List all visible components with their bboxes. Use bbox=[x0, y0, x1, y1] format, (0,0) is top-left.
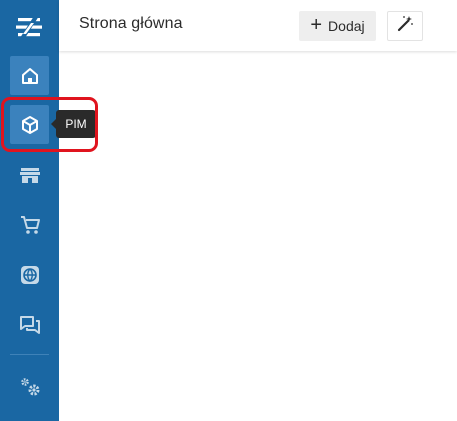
sidebar-divider bbox=[10, 354, 49, 355]
magic-wand-button[interactable] bbox=[387, 11, 423, 41]
gears-icon bbox=[19, 375, 41, 397]
magic-wand-icon bbox=[396, 15, 414, 38]
cube-icon bbox=[20, 115, 40, 135]
sidebar-item-pim[interactable] bbox=[10, 105, 49, 144]
cart-icon bbox=[19, 214, 41, 236]
home-icon bbox=[20, 66, 40, 86]
globe-icon bbox=[19, 264, 41, 286]
top-bar: Strona główna + Dodaj bbox=[59, 0, 457, 51]
sidebar-item-chat[interactable] bbox=[10, 305, 49, 344]
add-button-label: Dodaj bbox=[328, 18, 365, 34]
sidebar-item-home[interactable] bbox=[10, 56, 49, 95]
sidebar-item-cart[interactable] bbox=[10, 205, 49, 244]
plus-icon: + bbox=[310, 14, 323, 36]
sidebar-item-store[interactable] bbox=[10, 155, 49, 194]
chat-icon bbox=[19, 314, 41, 336]
add-button[interactable]: + Dodaj bbox=[299, 11, 376, 41]
storefront-icon bbox=[19, 165, 41, 185]
sidebar-item-settings[interactable] bbox=[10, 366, 49, 405]
page-title: Strona główna bbox=[79, 15, 183, 32]
pim-tooltip: PIM bbox=[51, 110, 96, 138]
sidebar-item-globe[interactable] bbox=[10, 255, 49, 294]
logo-icon[interactable] bbox=[15, 14, 43, 40]
sidebar bbox=[0, 0, 59, 421]
